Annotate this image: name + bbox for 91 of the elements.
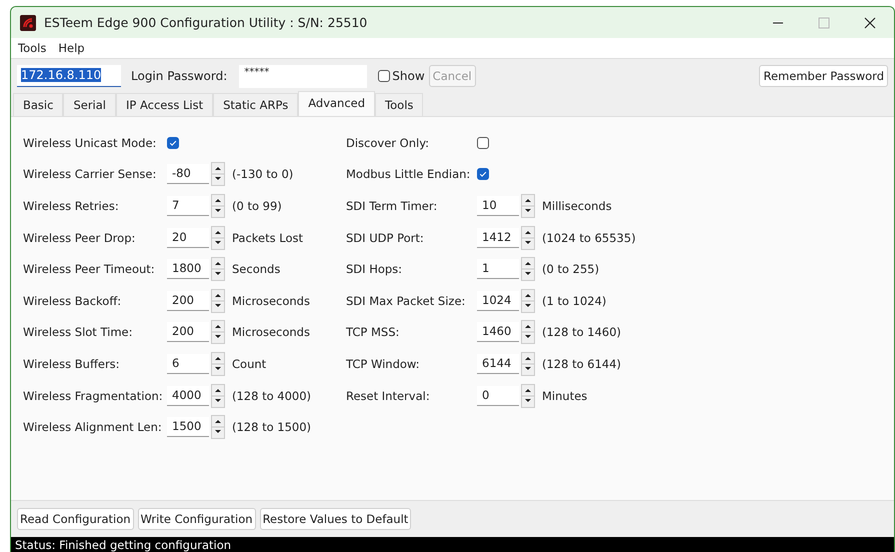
unit-label: (0 to 99): [232, 198, 282, 213]
number-field[interactable]: 1: [477, 259, 519, 280]
unit-label: Minutes: [542, 388, 588, 403]
field-label: Wireless Peer Timeout:: [23, 262, 156, 276]
spin-arrows-icon[interactable]: [211, 257, 225, 282]
checkbox[interactable]: [167, 136, 179, 149]
checkbox[interactable]: [477, 168, 489, 180]
password-label: Login Password:: [131, 69, 228, 83]
number-field[interactable]: 1460: [477, 322, 519, 342]
number-field[interactable]: 200: [167, 322, 209, 342]
spin-arrows-icon[interactable]: [521, 288, 535, 313]
field-label: Wireless Buffers:: [23, 356, 121, 371]
tab[interactable]: Tools: [375, 93, 424, 116]
app-logo-icon: [20, 14, 36, 30]
spin-arrows-icon[interactable]: [211, 352, 225, 376]
field-label: Wireless Fragmentation:: [23, 388, 164, 403]
unit-label: (1 to 1024): [542, 294, 606, 308]
unit-label: Microseconds: [232, 325, 310, 340]
number-field[interactable]: 1800: [167, 259, 209, 280]
action-button[interactable]: Restore Values to Default: [260, 508, 412, 530]
field-label: TCP MSS:: [346, 325, 400, 340]
spin-arrows-icon[interactable]: [211, 288, 225, 313]
spin-arrows-icon[interactable]: [521, 384, 535, 408]
field-label: SDI UDP Port:: [346, 230, 425, 245]
tab[interactable]: Advanced: [298, 91, 376, 116]
number-field[interactable]: 6: [167, 354, 209, 374]
number-field[interactable]: 200: [167, 290, 209, 311]
menu-item[interactable]: Tools: [18, 41, 46, 55]
spin-arrows-icon[interactable]: [211, 384, 225, 408]
number-field[interactable]: 20: [167, 228, 209, 248]
close-icon[interactable]: [864, 16, 876, 28]
spin-arrows-icon[interactable]: [521, 320, 535, 344]
spin-arrows-icon[interactable]: [521, 194, 535, 218]
number-field[interactable]: 4000: [167, 386, 209, 406]
field-label: SDI Term Timer:: [346, 198, 438, 213]
unit-label: (128 to 4000): [232, 388, 312, 403]
password-field[interactable]: *****: [239, 64, 368, 88]
unit-label: (128 to 6144): [542, 356, 622, 371]
checkbox[interactable]: [477, 136, 489, 149]
action-button[interactable]: Read Configuration: [17, 508, 134, 530]
show-checkbox[interactable]: [378, 70, 390, 82]
remember-password-button[interactable]: Remember Password: [759, 65, 888, 87]
unit-label: (0 to 255): [542, 262, 600, 276]
number-field[interactable]: 7: [167, 196, 209, 216]
unit-label: (128 to 1460): [542, 325, 622, 340]
field-label: Wireless Slot Time:: [23, 325, 134, 340]
number-field[interactable]: 1500: [167, 417, 209, 438]
field-label: Wireless Alignment Len:: [23, 420, 163, 434]
field-label: Discover Only:: [346, 136, 430, 150]
spin-arrows-icon[interactable]: [211, 415, 225, 440]
field-label: SDI Max Packet Size:: [346, 294, 466, 308]
field-label: Reset Interval:: [346, 388, 431, 403]
number-field[interactable]: -80: [167, 164, 209, 184]
tab[interactable]: Basic: [13, 93, 64, 116]
spin-arrows-icon[interactable]: [521, 226, 535, 250]
unit-label: (-130 to 0): [232, 167, 294, 182]
spin-arrows-icon[interactable]: [521, 352, 535, 376]
spin-arrows-icon[interactable]: [521, 257, 535, 282]
number-field[interactable]: 0: [477, 386, 519, 406]
window-title: ESTeem Edge 900 Configuration Utility : S/N: 25510: [44, 15, 368, 30]
spin-arrows-icon[interactable]: [211, 226, 225, 250]
field-label: Wireless Unicast Mode:: [23, 136, 158, 150]
address-field[interactable]: 172.16.8.110: [17, 65, 121, 87]
unit-label: Count: [232, 356, 266, 371]
menu-item[interactable]: Help: [58, 41, 85, 55]
number-field[interactable]: 1024: [477, 290, 519, 311]
tab[interactable]: IP Access List: [116, 93, 214, 116]
status-bar: Status: Finished getting configuration: [11, 537, 894, 552]
field-label: TCP Window:: [346, 356, 421, 371]
action-button[interactable]: Write Configuration: [138, 508, 256, 530]
spin-arrows-icon[interactable]: [211, 320, 225, 344]
field-label: SDI Hops:: [346, 262, 404, 276]
number-field[interactable]: 6144: [477, 354, 519, 374]
spin-arrows-icon[interactable]: [211, 194, 225, 218]
spin-arrows-icon[interactable]: [211, 162, 225, 186]
unit-label: Milliseconds: [542, 198, 612, 213]
number-field[interactable]: 10: [477, 196, 519, 216]
unit-label: Packets Lost: [232, 230, 304, 245]
unit-label: Seconds: [232, 262, 280, 276]
field-label: Wireless Carrier Sense:: [23, 167, 158, 182]
unit-label: (1024 to 65535): [542, 230, 636, 245]
show-label: Show: [392, 69, 425, 83]
number-field[interactable]: 1412: [477, 228, 519, 248]
unit-label: Microseconds: [232, 294, 310, 308]
field-label: Wireless Retries:: [23, 198, 120, 213]
field-label: Wireless Peer Drop:: [23, 230, 136, 245]
unit-label: (128 to 1500): [232, 420, 312, 434]
tab[interactable]: Static ARPs: [213, 93, 298, 116]
field-label: Modbus Little Endian:: [346, 167, 472, 182]
tab[interactable]: Serial: [63, 93, 116, 116]
field-label: Wireless Backoff:: [23, 294, 122, 308]
